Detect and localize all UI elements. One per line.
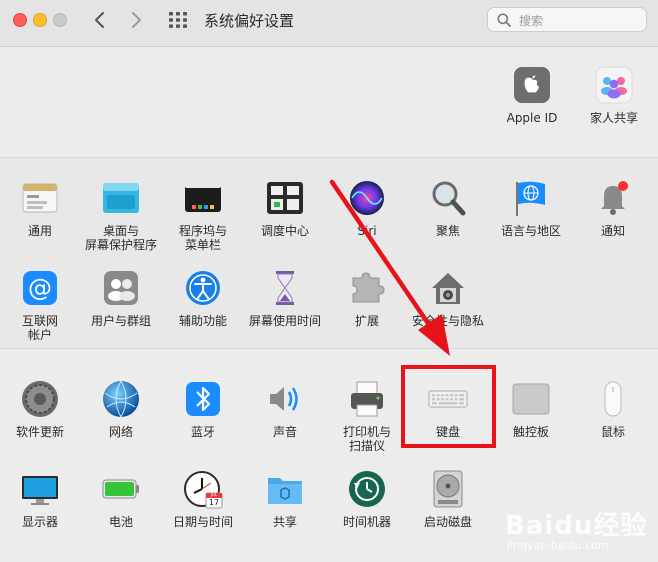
annotation-arrow-icon bbox=[329, 179, 450, 356]
watermark-url: jingyan.baidu.com bbox=[507, 539, 609, 552]
watermark-brand: Baidu经验 bbox=[505, 511, 648, 541]
baidu-watermark: Baidu经验 jingyan.baidu.com bbox=[505, 505, 655, 555]
keyboard-highlight-box bbox=[401, 365, 496, 448]
